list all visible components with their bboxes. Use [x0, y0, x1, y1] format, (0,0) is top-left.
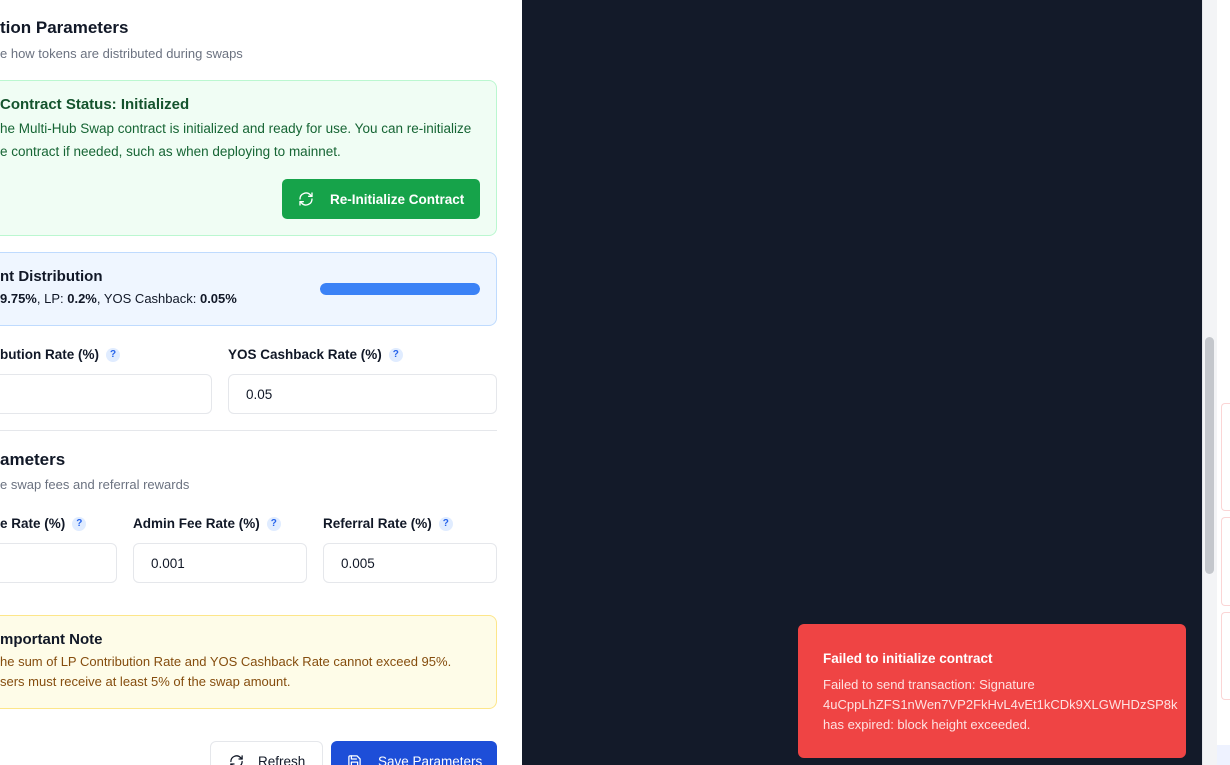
fee-parameters-subtitle: e swap fees and referral rewards [0, 477, 190, 492]
error-toast[interactable]: Failed to initialize contract Failed to … [798, 624, 1186, 758]
save-parameters-label: Save Parameters [378, 753, 483, 765]
admin-fee-rate-input[interactable]: 0.001 [133, 543, 307, 583]
important-note-title: mportant Note [0, 631, 103, 648]
token-distribution-summary: 9.75%, LP: 0.2%, YOS Cashback: 0.05% [0, 291, 237, 306]
help-icon[interactable]: ? [106, 347, 120, 362]
fee-parameters-title: ameters [0, 450, 66, 469]
right-edge-card [1221, 403, 1230, 511]
referral-rate-label: Referral Rate (%)? [323, 516, 453, 531]
right-edge-footer [1217, 745, 1230, 765]
right-edge-card [1221, 612, 1230, 700]
distribution-progress-fill [320, 283, 480, 295]
save-parameters-button[interactable]: Save Parameters [331, 741, 497, 765]
contract-status-text-1: he Multi-Hub Swap contract is initialize… [0, 121, 472, 136]
important-note-text-1: he sum of LP Contribution Rate and YOS C… [0, 654, 452, 669]
lp-contribution-rate-input[interactable] [0, 374, 212, 414]
important-note-text-2: sers must receive at least 5% of the swa… [0, 674, 291, 689]
help-icon[interactable]: ? [438, 516, 453, 531]
token-distribution-title: nt Distribution [0, 268, 103, 285]
distribution-subtitle: e how tokens are distributed during swap… [0, 46, 243, 61]
swap-fee-rate-input[interactable] [0, 543, 117, 583]
section-divider [0, 430, 497, 431]
error-toast-message: Failed to send transaction: Signature 4u… [823, 677, 1178, 732]
yos-cashback-rate-input[interactable]: 0.05 [228, 374, 497, 414]
scrollbar-thumb[interactable] [1205, 337, 1214, 574]
help-icon[interactable]: ? [72, 516, 87, 531]
lp-contribution-rate-label: bution Rate (%)? [0, 347, 120, 362]
refresh-label: Refresh [258, 753, 306, 765]
contract-status-text-2: e contract if needed, such as when deplo… [0, 144, 341, 159]
swap-fee-rate-label: e Rate (%)? [0, 516, 87, 531]
right-edge-card [1221, 517, 1230, 606]
help-icon[interactable]: ? [266, 516, 281, 531]
distribution-progress-bar [320, 283, 480, 295]
refresh-button[interactable]: Refresh [210, 741, 323, 765]
distribution-title: tion Parameters [0, 18, 129, 37]
save-icon [348, 754, 361, 765]
refresh-icon [299, 192, 313, 206]
refresh-icon [230, 754, 243, 765]
cashback-share-value: 0.05% [199, 291, 237, 306]
error-toast-title: Failed to initialize contract [823, 651, 993, 666]
admin-fee-rate-label: Admin Fee Rate (%)? [133, 516, 281, 531]
reinitialize-contract-button[interactable]: Re-Initialize Contract [282, 179, 480, 219]
lp-share-value: 0.2% [67, 291, 97, 306]
contract-status-title: Contract Status: Initialized [0, 96, 190, 113]
user-share-value: 9.75% [0, 291, 37, 306]
parameters-panel: tion Parameters e how tokens are distrib… [0, 0, 522, 765]
yos-cashback-rate-label: YOS Cashback Rate (%)? [228, 347, 403, 362]
help-icon[interactable]: ? [388, 347, 403, 362]
referral-rate-input[interactable]: 0.005 [323, 543, 497, 583]
reinitialize-contract-label: Re-Initialize Contract [330, 191, 465, 207]
